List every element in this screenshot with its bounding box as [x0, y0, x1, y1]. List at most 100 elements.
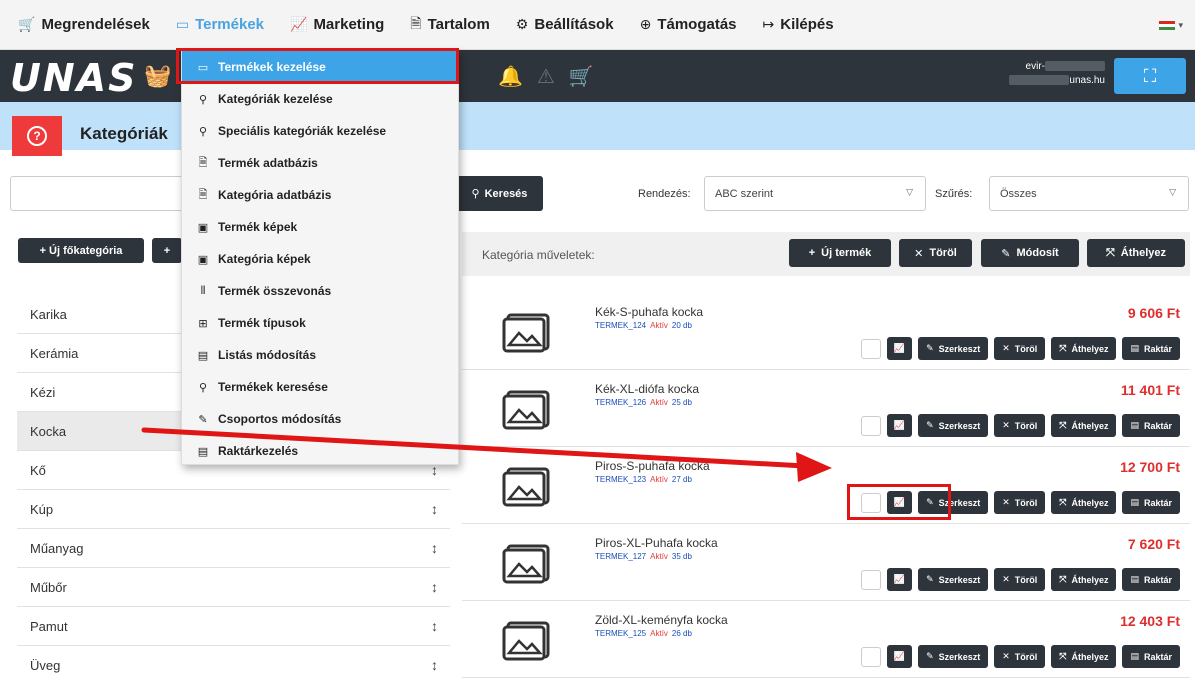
- edit-button[interactable]: ✎ Szerkeszt: [918, 645, 989, 668]
- stock-button[interactable]: ▤ Raktár: [1122, 337, 1180, 360]
- menu-item-stock-management[interactable]: ▤ Raktárkezelés: [182, 435, 458, 467]
- delete-button[interactable]: ✕ Töröl: [994, 337, 1046, 360]
- category-item[interactable]: Műanyag ↕: [17, 529, 450, 568]
- plus-icon: +: [808, 247, 816, 259]
- clipboard-icon: ▤: [1130, 574, 1139, 584]
- question-icon: ?: [27, 126, 47, 146]
- filter-select[interactable]: Összes ▽: [989, 176, 1189, 211]
- close-icon: ✕: [1002, 343, 1010, 353]
- edit-button[interactable]: ✎ Szerkeszt: [918, 414, 989, 437]
- language-selector[interactable]: ▾: [1159, 20, 1183, 31]
- menu-item-list-edit[interactable]: ▤ Listás módosítás: [182, 339, 458, 371]
- sort-select[interactable]: ABC szerint ▽: [704, 176, 926, 211]
- category-item[interactable]: Kúp ↕: [17, 490, 450, 529]
- reorder-icon[interactable]: ↕: [431, 501, 438, 517]
- warning-icon[interactable]: ⚠: [537, 64, 555, 89]
- move-icon: ⤧: [1105, 246, 1115, 259]
- delete-button[interactable]: ✕ Töröl: [994, 568, 1046, 591]
- delete-button[interactable]: ✕ Töröl: [994, 645, 1046, 668]
- header-icons: 🔔 ⚠ 🛒: [498, 64, 594, 89]
- move-button[interactable]: ⤧ Áthelyez: [1051, 491, 1117, 514]
- nav-products[interactable]: ▭ Termékek: [176, 16, 264, 33]
- modify-category-button[interactable]: ✎ Módosít: [981, 239, 1079, 267]
- select-checkbox[interactable]: [860, 646, 881, 667]
- help-button[interactable]: ?: [12, 116, 62, 156]
- menu-item-category-database[interactable]: 🗎 Kategória adatbázis: [182, 179, 458, 211]
- basket-icon[interactable]: 🧺: [144, 63, 171, 89]
- category-item[interactable]: Üveg ↕: [17, 646, 450, 681]
- stats-button[interactable]: 📈: [886, 337, 913, 360]
- stock-button[interactable]: ▤ Raktár: [1122, 568, 1180, 591]
- chart-icon: 📈: [893, 574, 906, 584]
- nav-support[interactable]: ⊕ Támogatás: [640, 16, 737, 33]
- clipboard-icon: ▤: [1130, 343, 1139, 353]
- category-item[interactable]: Műbőr ↕: [17, 568, 450, 607]
- new-main-category-button[interactable]: + Új főkategória: [18, 238, 144, 263]
- menu-item-product-merge[interactable]: ⫴ Termék összevonás: [182, 275, 458, 307]
- nav-orders[interactable]: 🛒 Megrendelések: [18, 16, 150, 33]
- menu-item-product-images[interactable]: ▣ Termék képek: [182, 211, 458, 243]
- reorder-icon[interactable]: ↕: [431, 540, 438, 556]
- add-button[interactable]: +: [152, 238, 182, 263]
- menu-item-special-categories[interactable]: ⚲ Speciális kategóriák kezelése: [182, 115, 458, 147]
- reorder-icon[interactable]: ↕: [431, 579, 438, 595]
- hierarchy-icon: ⚲: [198, 125, 208, 138]
- menu-item-product-types[interactable]: ⊞ Termék típusok: [182, 307, 458, 339]
- product-name[interactable]: Piros-XL-Puhafa kocka: [595, 536, 718, 550]
- edit-button[interactable]: ✎ Szerkeszt: [918, 337, 989, 360]
- clipboard-icon: ▤: [197, 349, 209, 362]
- stock-button[interactable]: ▤ Raktár: [1122, 645, 1180, 668]
- delete-button[interactable]: ✕ Töröl: [994, 414, 1046, 437]
- select-checkbox[interactable]: [860, 338, 881, 359]
- delete-category-button[interactable]: ✕ Töröl: [899, 239, 972, 267]
- move-category-button[interactable]: ⤧ Áthelyez: [1087, 239, 1185, 267]
- new-product-button[interactable]: + Új termék: [789, 239, 891, 267]
- move-button[interactable]: ⤧ Áthelyez: [1051, 568, 1117, 591]
- reorder-icon[interactable]: ↕: [431, 657, 438, 673]
- product-name[interactable]: Kék-XL-diófa kocka: [595, 382, 699, 396]
- stock-button[interactable]: ▤ Raktár: [1122, 491, 1180, 514]
- cart-icon[interactable]: 🛒: [569, 64, 594, 89]
- stats-button[interactable]: 📈: [886, 645, 913, 668]
- nav-settings[interactable]: ⚙ Beállítások: [516, 16, 614, 33]
- stats-button[interactable]: 📈: [886, 414, 913, 437]
- stats-button[interactable]: 📈: [886, 568, 913, 591]
- close-icon: ✕: [1002, 651, 1010, 661]
- shop-button[interactable]: ⛶: [1114, 58, 1186, 94]
- move-button[interactable]: ⤧ Áthelyez: [1051, 645, 1117, 668]
- stock-button[interactable]: ▤ Raktár: [1122, 414, 1180, 437]
- product-price: 11 401 Ft: [1120, 382, 1180, 398]
- product-actions: 📈 ✎ Szerkeszt ✕ Töröl ⤧ Áthelyez ▤ Raktár: [860, 414, 1180, 437]
- product-name[interactable]: Piros-S-puhafa kocka: [595, 459, 710, 473]
- select-checkbox[interactable]: [860, 569, 881, 590]
- product-meta: TERMEK_127 Aktív 35 db: [595, 552, 692, 561]
- bell-icon[interactable]: 🔔: [498, 64, 523, 89]
- cart-icon: 🛒: [18, 16, 36, 32]
- move-icon: ⤧: [1059, 343, 1067, 353]
- delete-button[interactable]: ✕ Töröl: [994, 491, 1046, 514]
- product-name[interactable]: Kék-S-puhafa kocka: [595, 305, 703, 319]
- edit-icon: ✎: [198, 413, 208, 426]
- menu-item-manage-categories[interactable]: ⚲ Kategóriák kezelése: [182, 83, 458, 115]
- chart-icon: 📈: [290, 16, 308, 32]
- move-button[interactable]: ⤧ Áthelyez: [1051, 414, 1117, 437]
- clipboard-icon: ▤: [1130, 420, 1139, 430]
- logout-icon: ↦: [762, 16, 775, 32]
- menu-item-product-database[interactable]: 🗎 Termék adatbázis: [182, 147, 458, 179]
- nav-logout[interactable]: ↦ Kilépés: [763, 16, 834, 33]
- menu-item-bulk-edit[interactable]: ✎ Csoportos módosítás: [182, 403, 458, 435]
- product-name[interactable]: Zöld-XL-keményfa kocka: [595, 613, 728, 627]
- product-actions: 📈 ✎ Szerkeszt ✕ Töröl ⤧ Áthelyez ▤ Raktár: [860, 337, 1180, 360]
- search-button[interactable]: ⚲ Keresés: [456, 176, 543, 211]
- menu-item-search-products[interactable]: ⚲ Termékek keresése: [182, 371, 458, 403]
- edit-button[interactable]: ✎ Szerkeszt: [918, 568, 989, 591]
- category-item[interactable]: Pamut ↕: [17, 607, 450, 646]
- move-button[interactable]: ⤧ Áthelyez: [1051, 337, 1117, 360]
- menu-item-category-images[interactable]: ▣ Kategória képek: [182, 243, 458, 275]
- select-checkbox[interactable]: [860, 415, 881, 436]
- nav-content[interactable]: 🗎 Tartalom: [410, 13, 490, 37]
- highlight-box-menu: [176, 48, 459, 84]
- nav-marketing[interactable]: 📈 Marketing: [290, 16, 384, 33]
- search-icon: ⚲: [471, 188, 480, 200]
- reorder-icon[interactable]: ↕: [431, 618, 438, 634]
